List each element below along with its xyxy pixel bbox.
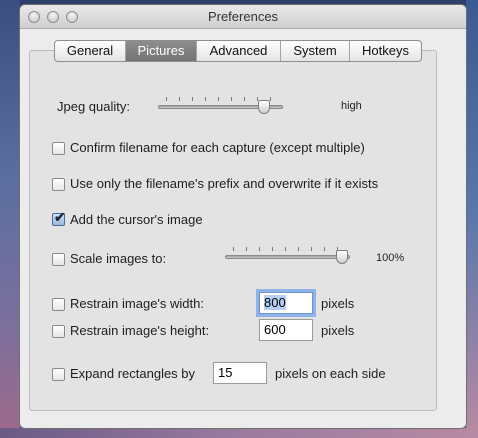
restrain-height-label[interactable]: Restrain image's height: <box>70 323 209 338</box>
title-bar[interactable]: Preferences <box>20 5 466 29</box>
tab-pictures[interactable]: Pictures <box>126 41 197 61</box>
restrain-height-checkbox[interactable] <box>52 325 65 338</box>
expand-unit-label: pixels on each side <box>275 366 386 381</box>
width-unit-label: pixels <box>321 296 355 311</box>
height-unit-label: pixels <box>321 323 355 338</box>
expand-input[interactable]: 15 <box>213 362 267 384</box>
slider-tick <box>233 247 234 251</box>
tab-general[interactable]: General <box>55 41 126 61</box>
slider-tick <box>231 97 232 101</box>
slider-track <box>225 255 350 259</box>
prefix-overwrite-checkbox[interactable] <box>52 178 65 191</box>
restrain-width-label[interactable]: Restrain image's width: <box>70 296 204 311</box>
slider-tick <box>192 97 193 101</box>
preferences-window: Preferences General Pictures Advanced Sy… <box>20 5 466 428</box>
width-input-value: 800 <box>264 295 286 310</box>
jpeg-quality-label: Jpeg quality: <box>57 99 130 114</box>
add-cursor-checkbox[interactable]: ✔ <box>52 209 66 226</box>
tab-bar: General Pictures Advanced System Hotkeys <box>54 40 422 62</box>
tab-system[interactable]: System <box>281 41 350 61</box>
slider-tick <box>218 97 219 101</box>
confirm-filename-label[interactable]: Confirm filename for each capture (excep… <box>70 140 365 155</box>
scale-images-checkbox[interactable] <box>52 253 65 266</box>
slider-tick <box>244 97 245 101</box>
expand-rectangles-label[interactable]: Expand rectangles by <box>70 366 195 381</box>
pictures-panel: Jpeg quality: high Confirm filename for … <box>29 50 437 411</box>
scale-images-label[interactable]: Scale images to: <box>70 251 166 266</box>
slider-tick <box>285 247 286 251</box>
tab-hotkeys[interactable]: Hotkeys <box>350 41 421 61</box>
tab-advanced[interactable]: Advanced <box>197 41 281 61</box>
desktop-background-right <box>466 0 478 438</box>
slider-tick <box>166 97 167 101</box>
scale-images-value: 100% <box>376 252 405 264</box>
slider-tick <box>298 247 299 251</box>
expand-rectangles-checkbox[interactable] <box>52 368 65 381</box>
jpeg-quality-slider[interactable] <box>158 97 283 121</box>
restrain-width-checkbox[interactable] <box>52 298 65 311</box>
slider-tick <box>270 97 271 101</box>
checkmark-icon: ✔ <box>54 209 66 225</box>
slider-tick <box>179 97 180 101</box>
prefix-overwrite-label[interactable]: Use only the filename's prefix and overw… <box>70 176 378 191</box>
slider-tick <box>311 247 312 251</box>
width-input[interactable]: 800 <box>259 292 313 314</box>
desktop-background-bottom <box>0 428 478 438</box>
desktop-background-left <box>0 0 20 438</box>
slider-tick <box>205 97 206 101</box>
window-title: Preferences <box>207 9 279 24</box>
slider-tick <box>324 247 325 251</box>
slider-tick <box>246 247 247 251</box>
jpeg-quality-value: high <box>341 100 362 112</box>
height-input[interactable]: 600 <box>259 319 313 341</box>
add-cursor-label[interactable]: Add the cursor's image <box>70 212 203 227</box>
confirm-filename-checkbox[interactable] <box>52 142 65 155</box>
slider-tick <box>259 247 260 251</box>
slider-tick <box>272 247 273 251</box>
scale-images-slider[interactable] <box>225 247 350 271</box>
